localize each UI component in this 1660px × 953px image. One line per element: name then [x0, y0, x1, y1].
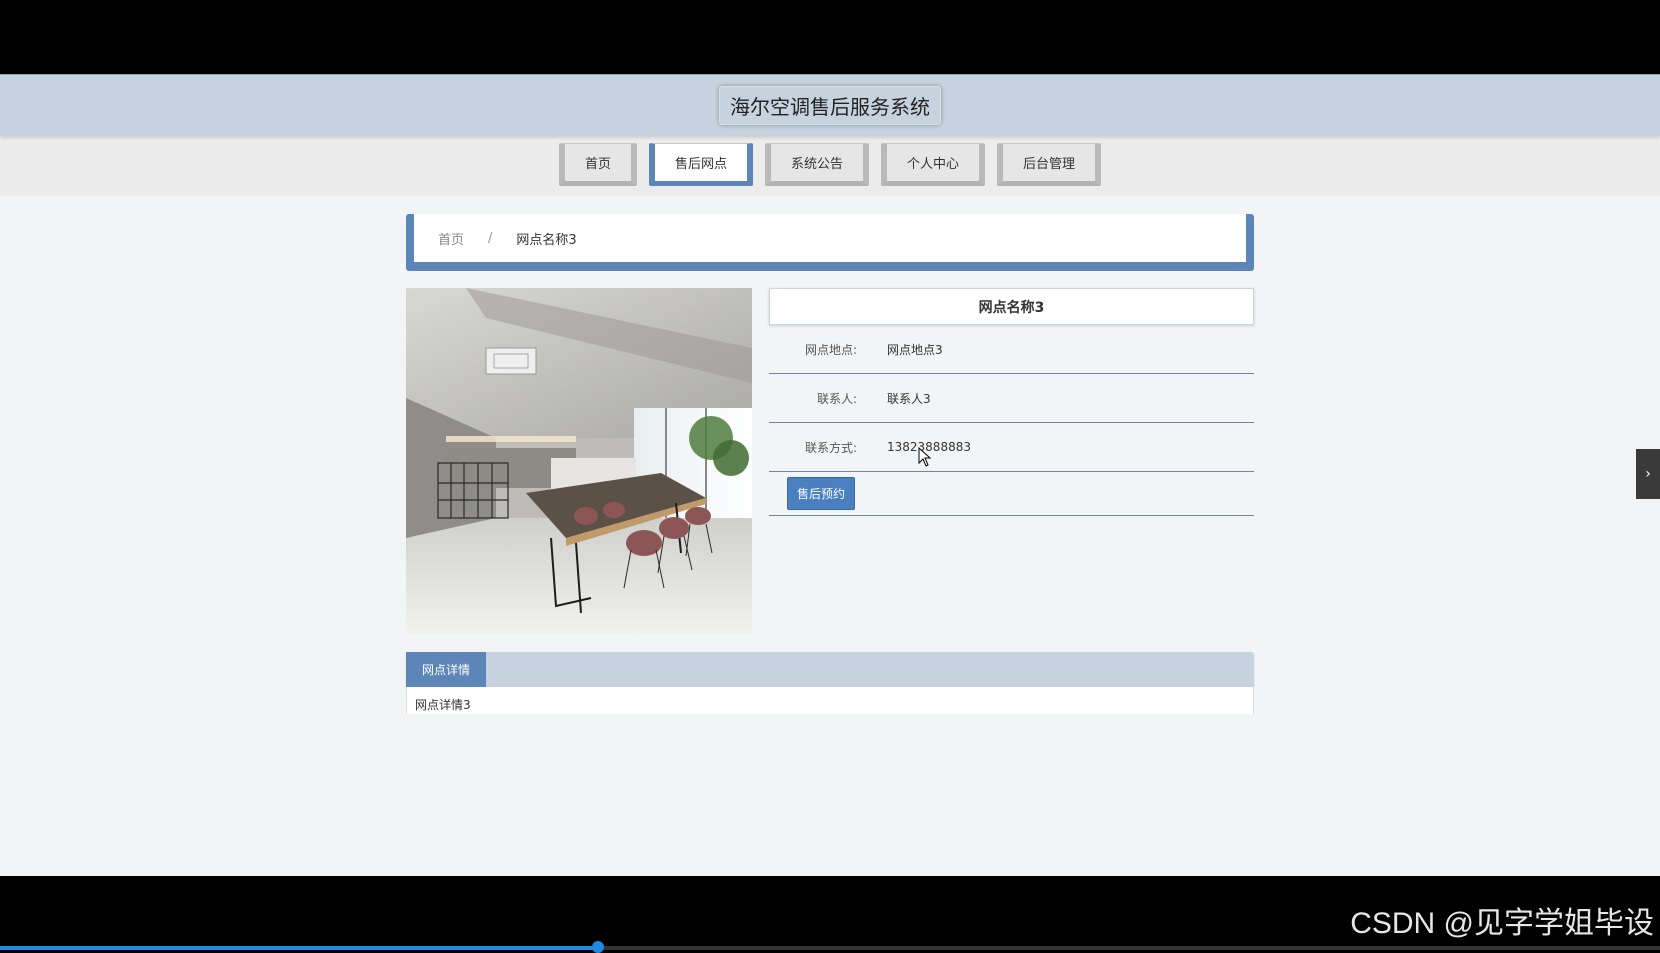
mouse-pointer-icon	[918, 447, 932, 467]
breadcrumb: 首页 / 网点名称3	[406, 214, 1254, 271]
nav-item-service-outlets[interactable]: 售后网点	[648, 143, 753, 186]
nav-item-home[interactable]: 首页	[558, 143, 637, 186]
breadcrumb-separator: /	[488, 230, 493, 246]
nav-item-admin[interactable]: 后台管理	[997, 143, 1102, 186]
site-header: 海尔空调售后服务系统	[0, 74, 1660, 136]
nav-item-personal-center[interactable]: 个人中心	[881, 143, 986, 186]
outlet-name-heading: 网点名称3	[769, 288, 1254, 325]
detail-tab-bar: 网点详情	[406, 652, 1254, 687]
booking-row: 售后预约	[769, 472, 1254, 516]
info-row-phone: 联系方式: 13823888883	[769, 423, 1254, 472]
tab-outlet-detail[interactable]: 网点详情	[406, 652, 487, 687]
nav-item-announcements[interactable]: 系统公告	[764, 143, 869, 186]
chevron-right-icon[interactable]: ›	[1636, 449, 1660, 499]
location-label: 网点地点:	[804, 342, 857, 357]
breadcrumb-current: 网点名称3	[516, 232, 577, 248]
service-booking-button[interactable]: 售后预约	[787, 477, 856, 510]
contact-label: 联系人:	[816, 391, 857, 406]
outlet-photo-image	[406, 288, 752, 634]
detail-content: 网点详情3	[406, 687, 1254, 714]
phone-label: 联系方式:	[804, 440, 857, 455]
outlet-info-panel: 网点名称3 网点地点: 网点地点3 联系人: 联系人3 联系方式: 138238…	[769, 288, 1254, 516]
location-value: 网点地点3	[887, 342, 943, 357]
csdn-watermark: CSDN @见字学姐毕设	[1350, 907, 1654, 940]
info-row-contact: 联系人: 联系人3	[769, 374, 1254, 423]
site-title: 海尔空调售后服务系统	[719, 86, 941, 125]
video-bottom-letterbox: CSDN @见字学姐毕设	[0, 876, 1660, 953]
video-top-letterbox	[0, 0, 1660, 74]
outlet-detail-section: 网点详情 网点详情3	[406, 652, 1254, 714]
video-progress-track[interactable]	[0, 941, 1660, 953]
info-row-location: 网点地点: 网点地点3	[769, 325, 1254, 374]
video-progress-fill	[0, 946, 598, 950]
breadcrumb-home-link[interactable]: 首页	[438, 229, 464, 248]
video-progress-knob[interactable]	[591, 941, 604, 953]
contact-value: 联系人3	[887, 391, 931, 406]
outlet-photo	[406, 288, 752, 634]
browser-viewport: 海尔空调售后服务系统 首页 售后网点 系统公告 个人中心 后台管理 首页 / 网…	[0, 74, 1660, 876]
main-nav: 首页 售后网点 系统公告 个人中心 后台管理	[0, 136, 1660, 196]
